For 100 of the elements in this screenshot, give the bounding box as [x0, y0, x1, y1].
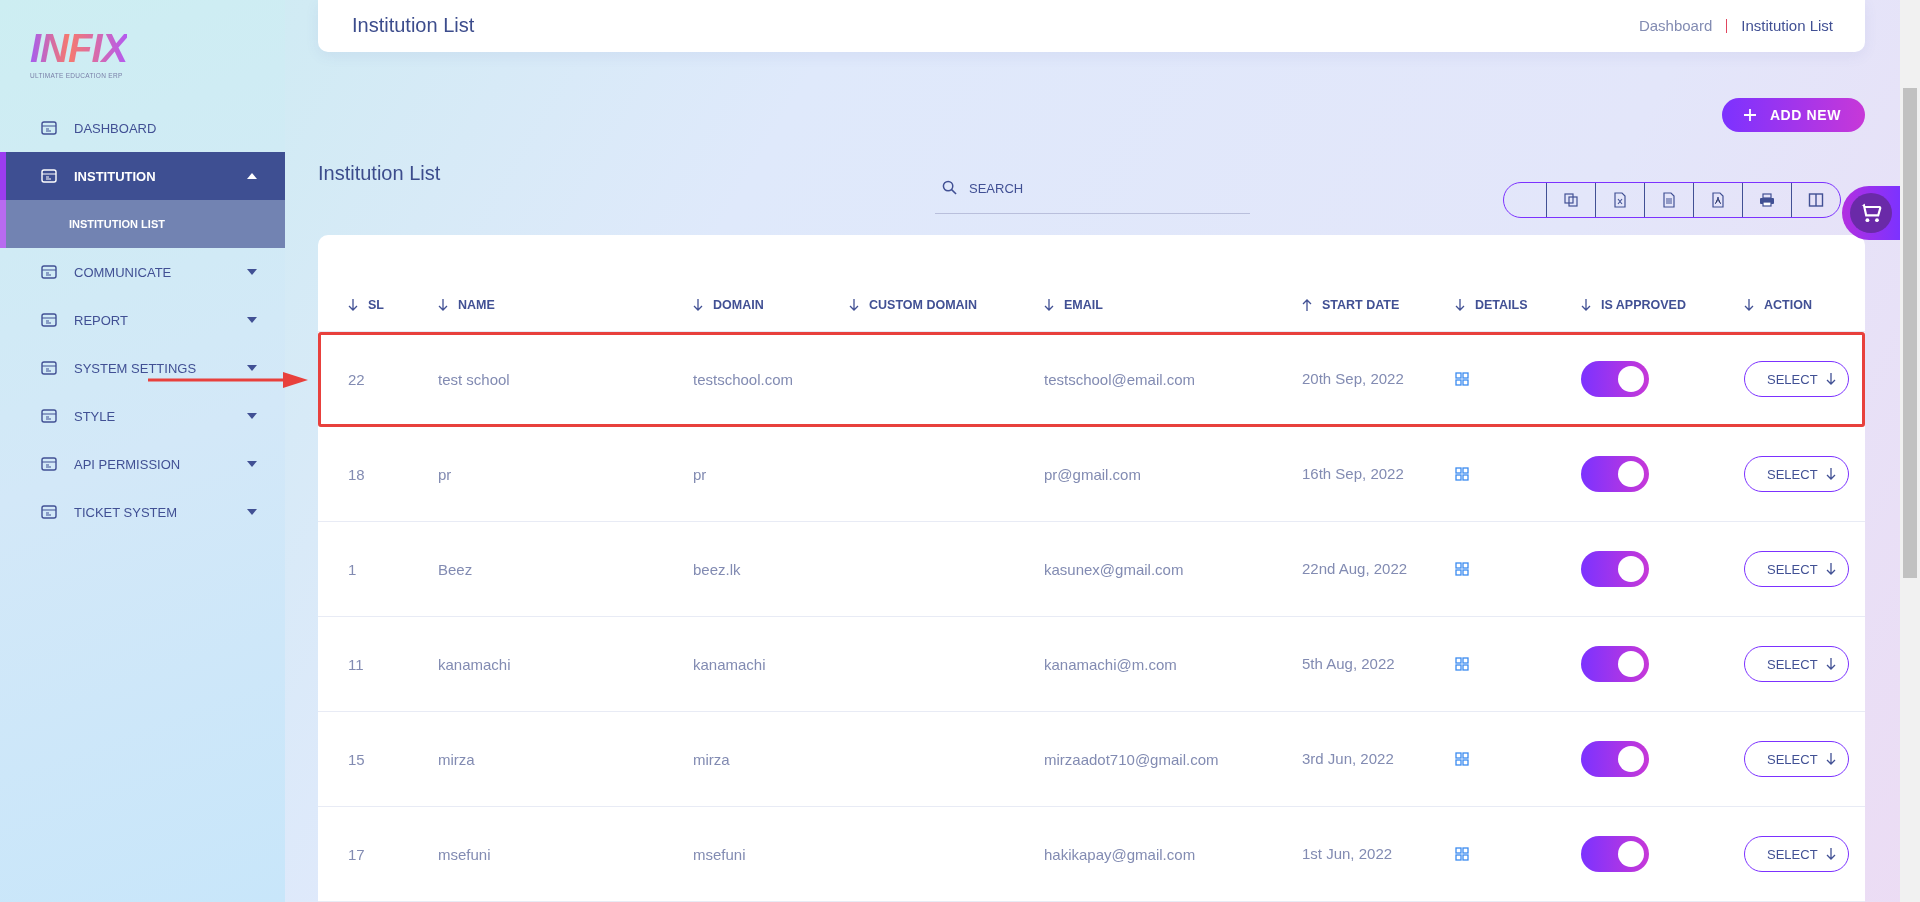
sort-arrow-icon: [1044, 299, 1054, 311]
caret-icon: [247, 365, 257, 371]
table-cell-text: kanamachi@m.com: [1044, 655, 1178, 673]
scrollbar[interactable]: [1900, 0, 1920, 902]
copy-icon: [1563, 191, 1579, 208]
select-button[interactable]: SELECT: [1744, 361, 1849, 397]
cart-button[interactable]: [1842, 186, 1900, 240]
table-cell-text: 1: [348, 560, 358, 578]
cart-icon: [1850, 193, 1892, 233]
column-header[interactable]: NAME: [438, 298, 693, 312]
submenu-item[interactable]: INSTITUTION LIST: [0, 200, 285, 248]
table-cell-text: pr@gmail.com: [1044, 465, 1142, 483]
pdf-file-icon: [1710, 191, 1726, 208]
select-button[interactable]: SELECT: [1744, 741, 1849, 777]
table-cell-text: 22: [348, 370, 366, 388]
printer-icon: [1759, 191, 1775, 208]
table-cell-text: 18: [348, 465, 366, 483]
approval-toggle[interactable]: [1581, 646, 1649, 682]
plus-icon: [1743, 108, 1756, 121]
caret-icon: [247, 413, 257, 419]
sort-arrow-icon: [1302, 299, 1312, 311]
table-cell-text: kasunex@gmail.com: [1044, 560, 1185, 578]
caret-icon: [247, 173, 257, 179]
table-cell-text: test school: [438, 370, 511, 388]
column-header[interactable]: START DATE: [1302, 298, 1455, 312]
grid-icon[interactable]: [1455, 467, 1469, 481]
table-cell-text: 1st Jun, 2022: [1302, 844, 1394, 865]
select-button[interactable]: SELECT: [1744, 551, 1849, 587]
table-cell-text: kanamachi: [693, 655, 767, 673]
table-cell-text: 20th Sep, 2022: [1302, 369, 1405, 390]
table-cell-text: 15: [348, 750, 366, 768]
caret-icon: [247, 269, 257, 275]
table-cell-text: testschool@email.com: [1044, 370, 1197, 388]
down-arrow-icon: [1825, 373, 1836, 385]
select-button[interactable]: SELECT: [1744, 646, 1849, 682]
menu-icon: [40, 311, 58, 329]
approval-toggle[interactable]: [1581, 836, 1649, 872]
table-cell-text: pr: [693, 465, 708, 483]
down-arrow-icon: [1825, 563, 1836, 575]
column-header[interactable]: CUSTOM DOMAIN: [849, 298, 1044, 312]
grid-icon[interactable]: [1455, 562, 1469, 576]
sort-arrow-icon: [849, 299, 859, 311]
menu-icon: [40, 167, 58, 185]
table-cell-text: 3rd Jun, 2022: [1302, 749, 1395, 770]
column-header[interactable]: IS APPROVED: [1581, 298, 1744, 312]
table-cell-text: mirza: [693, 750, 731, 768]
sidebar-item[interactable]: REPORT: [0, 296, 285, 344]
down-arrow-icon: [1825, 658, 1836, 670]
grid-icon[interactable]: [1455, 847, 1469, 861]
grid-icon[interactable]: [1455, 657, 1469, 671]
sort-arrow-icon: [1581, 299, 1591, 311]
sidebar-item[interactable]: DASHBOARD: [0, 104, 285, 152]
table-cell-text: 17: [348, 845, 366, 863]
table-cell-text: 5th Aug, 2022: [1302, 654, 1396, 675]
menu-icon: [40, 359, 58, 377]
menu-icon: [40, 455, 58, 473]
breadcrumb-link[interactable]: Institution List: [1741, 17, 1833, 35]
approval-toggle[interactable]: [1581, 741, 1649, 777]
approval-toggle[interactable]: [1581, 456, 1649, 492]
sidebar-item[interactable]: SYSTEM SETTINGS: [0, 344, 285, 392]
sidebar-item[interactable]: TICKET SYSTEM: [0, 488, 285, 536]
table-cell-text: hakikapay@gmail.com: [1044, 845, 1197, 863]
select-button[interactable]: SELECT: [1744, 836, 1849, 872]
page-title: Institution List: [352, 14, 475, 38]
table-cell-text: pr: [438, 465, 453, 483]
add-new-button[interactable]: ADD NEW: [1721, 97, 1865, 132]
section-title: Institution List: [318, 161, 442, 185]
columns-icon: [1808, 191, 1824, 208]
column-header[interactable]: DETAILS: [1455, 298, 1581, 312]
sort-arrow-icon: [348, 299, 358, 311]
menu-icon: [40, 263, 58, 281]
sidebar-item[interactable]: INSTITUTION: [0, 152, 285, 200]
approval-toggle[interactable]: [1581, 551, 1649, 587]
menu-icon: [40, 407, 58, 425]
table-cell-text: msefuni: [438, 845, 492, 863]
grid-icon[interactable]: [1455, 372, 1469, 386]
column-header[interactable]: ACTION: [1744, 298, 1845, 312]
select-button[interactable]: SELECT: [1744, 456, 1849, 492]
column-header[interactable]: EMAIL: [1044, 298, 1302, 312]
caret-icon: [247, 461, 257, 467]
grid-icon[interactable]: [1455, 752, 1469, 766]
table-cell-text: msefuni: [693, 845, 747, 863]
column-header[interactable]: DOMAIN: [693, 298, 849, 312]
table-cell-text: kanamachi: [438, 655, 512, 673]
sort-arrow-icon: [1455, 299, 1465, 311]
search-field[interactable]: SEARCH: [935, 163, 1250, 214]
down-arrow-icon: [1825, 468, 1836, 480]
sort-arrow-icon: [1744, 299, 1754, 311]
column-header[interactable]: SL: [348, 298, 438, 312]
table-cell-text: mirzaadot710@gmail.com: [1044, 750, 1220, 768]
excel-file-icon: [1612, 191, 1628, 208]
menu-icon: [40, 503, 58, 521]
sidebar-item[interactable]: STYLE: [0, 392, 285, 440]
sort-arrow-icon: [438, 299, 448, 311]
table-cell-text: Beez: [438, 560, 474, 578]
sort-arrow-icon: [693, 299, 703, 311]
approval-toggle[interactable]: [1581, 361, 1649, 397]
sidebar-item[interactable]: API PERMISSION: [0, 440, 285, 488]
table-cell-text: 11: [348, 655, 365, 673]
sidebar-item[interactable]: COMMUNICATE: [0, 248, 285, 296]
